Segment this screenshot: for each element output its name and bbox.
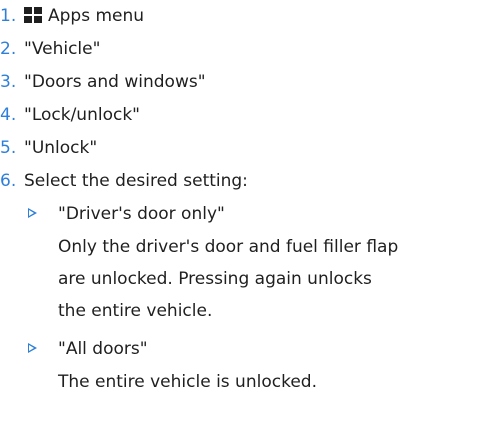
step-number: 2. bbox=[0, 39, 17, 59]
option-description-line: Only the driver's door and fuel filler f… bbox=[58, 237, 399, 257]
step-label: "Vehicle" bbox=[24, 39, 101, 59]
step-label: "Lock/unlock" bbox=[24, 105, 140, 125]
step-number: 5. bbox=[0, 138, 17, 158]
triangle-bullet-icon bbox=[28, 208, 37, 218]
step-1: 1. Apps menu bbox=[0, 5, 144, 27]
step-5: 5. "Unlock" bbox=[0, 137, 97, 159]
step-label: "Doors and windows" bbox=[24, 72, 206, 92]
step-number: 6. bbox=[0, 171, 17, 191]
option-all-doors: "All doors" bbox=[28, 338, 328, 360]
option-label: "All doors" bbox=[58, 339, 148, 359]
step-2: 2. "Vehicle" bbox=[0, 38, 100, 60]
step-label: "Unlock" bbox=[24, 138, 98, 158]
step-number: 4. bbox=[0, 105, 17, 125]
step-4: 4. "Lock/unlock" bbox=[0, 104, 140, 126]
option-description-line: the entire vehicle. bbox=[58, 301, 213, 321]
triangle-bullet-icon bbox=[28, 343, 37, 353]
apps-grid-icon bbox=[24, 7, 42, 23]
option-drivers-door-only: "Driver's door only" bbox=[28, 203, 328, 225]
step-number: 1. bbox=[0, 6, 17, 26]
step-3: 3. "Doors and windows" bbox=[0, 71, 206, 93]
option-description-line: The entire vehicle is unlocked. bbox=[58, 372, 317, 392]
option-description-line: are unlocked. Pressing again unlocks bbox=[58, 269, 372, 289]
step-number: 3. bbox=[0, 72, 17, 92]
step-6: 6. Select the desired setting: bbox=[0, 170, 248, 192]
step-label: Apps menu bbox=[48, 6, 145, 26]
step-label: Select the desired setting: bbox=[24, 171, 248, 191]
option-label: "Driver's door only" bbox=[58, 204, 225, 224]
